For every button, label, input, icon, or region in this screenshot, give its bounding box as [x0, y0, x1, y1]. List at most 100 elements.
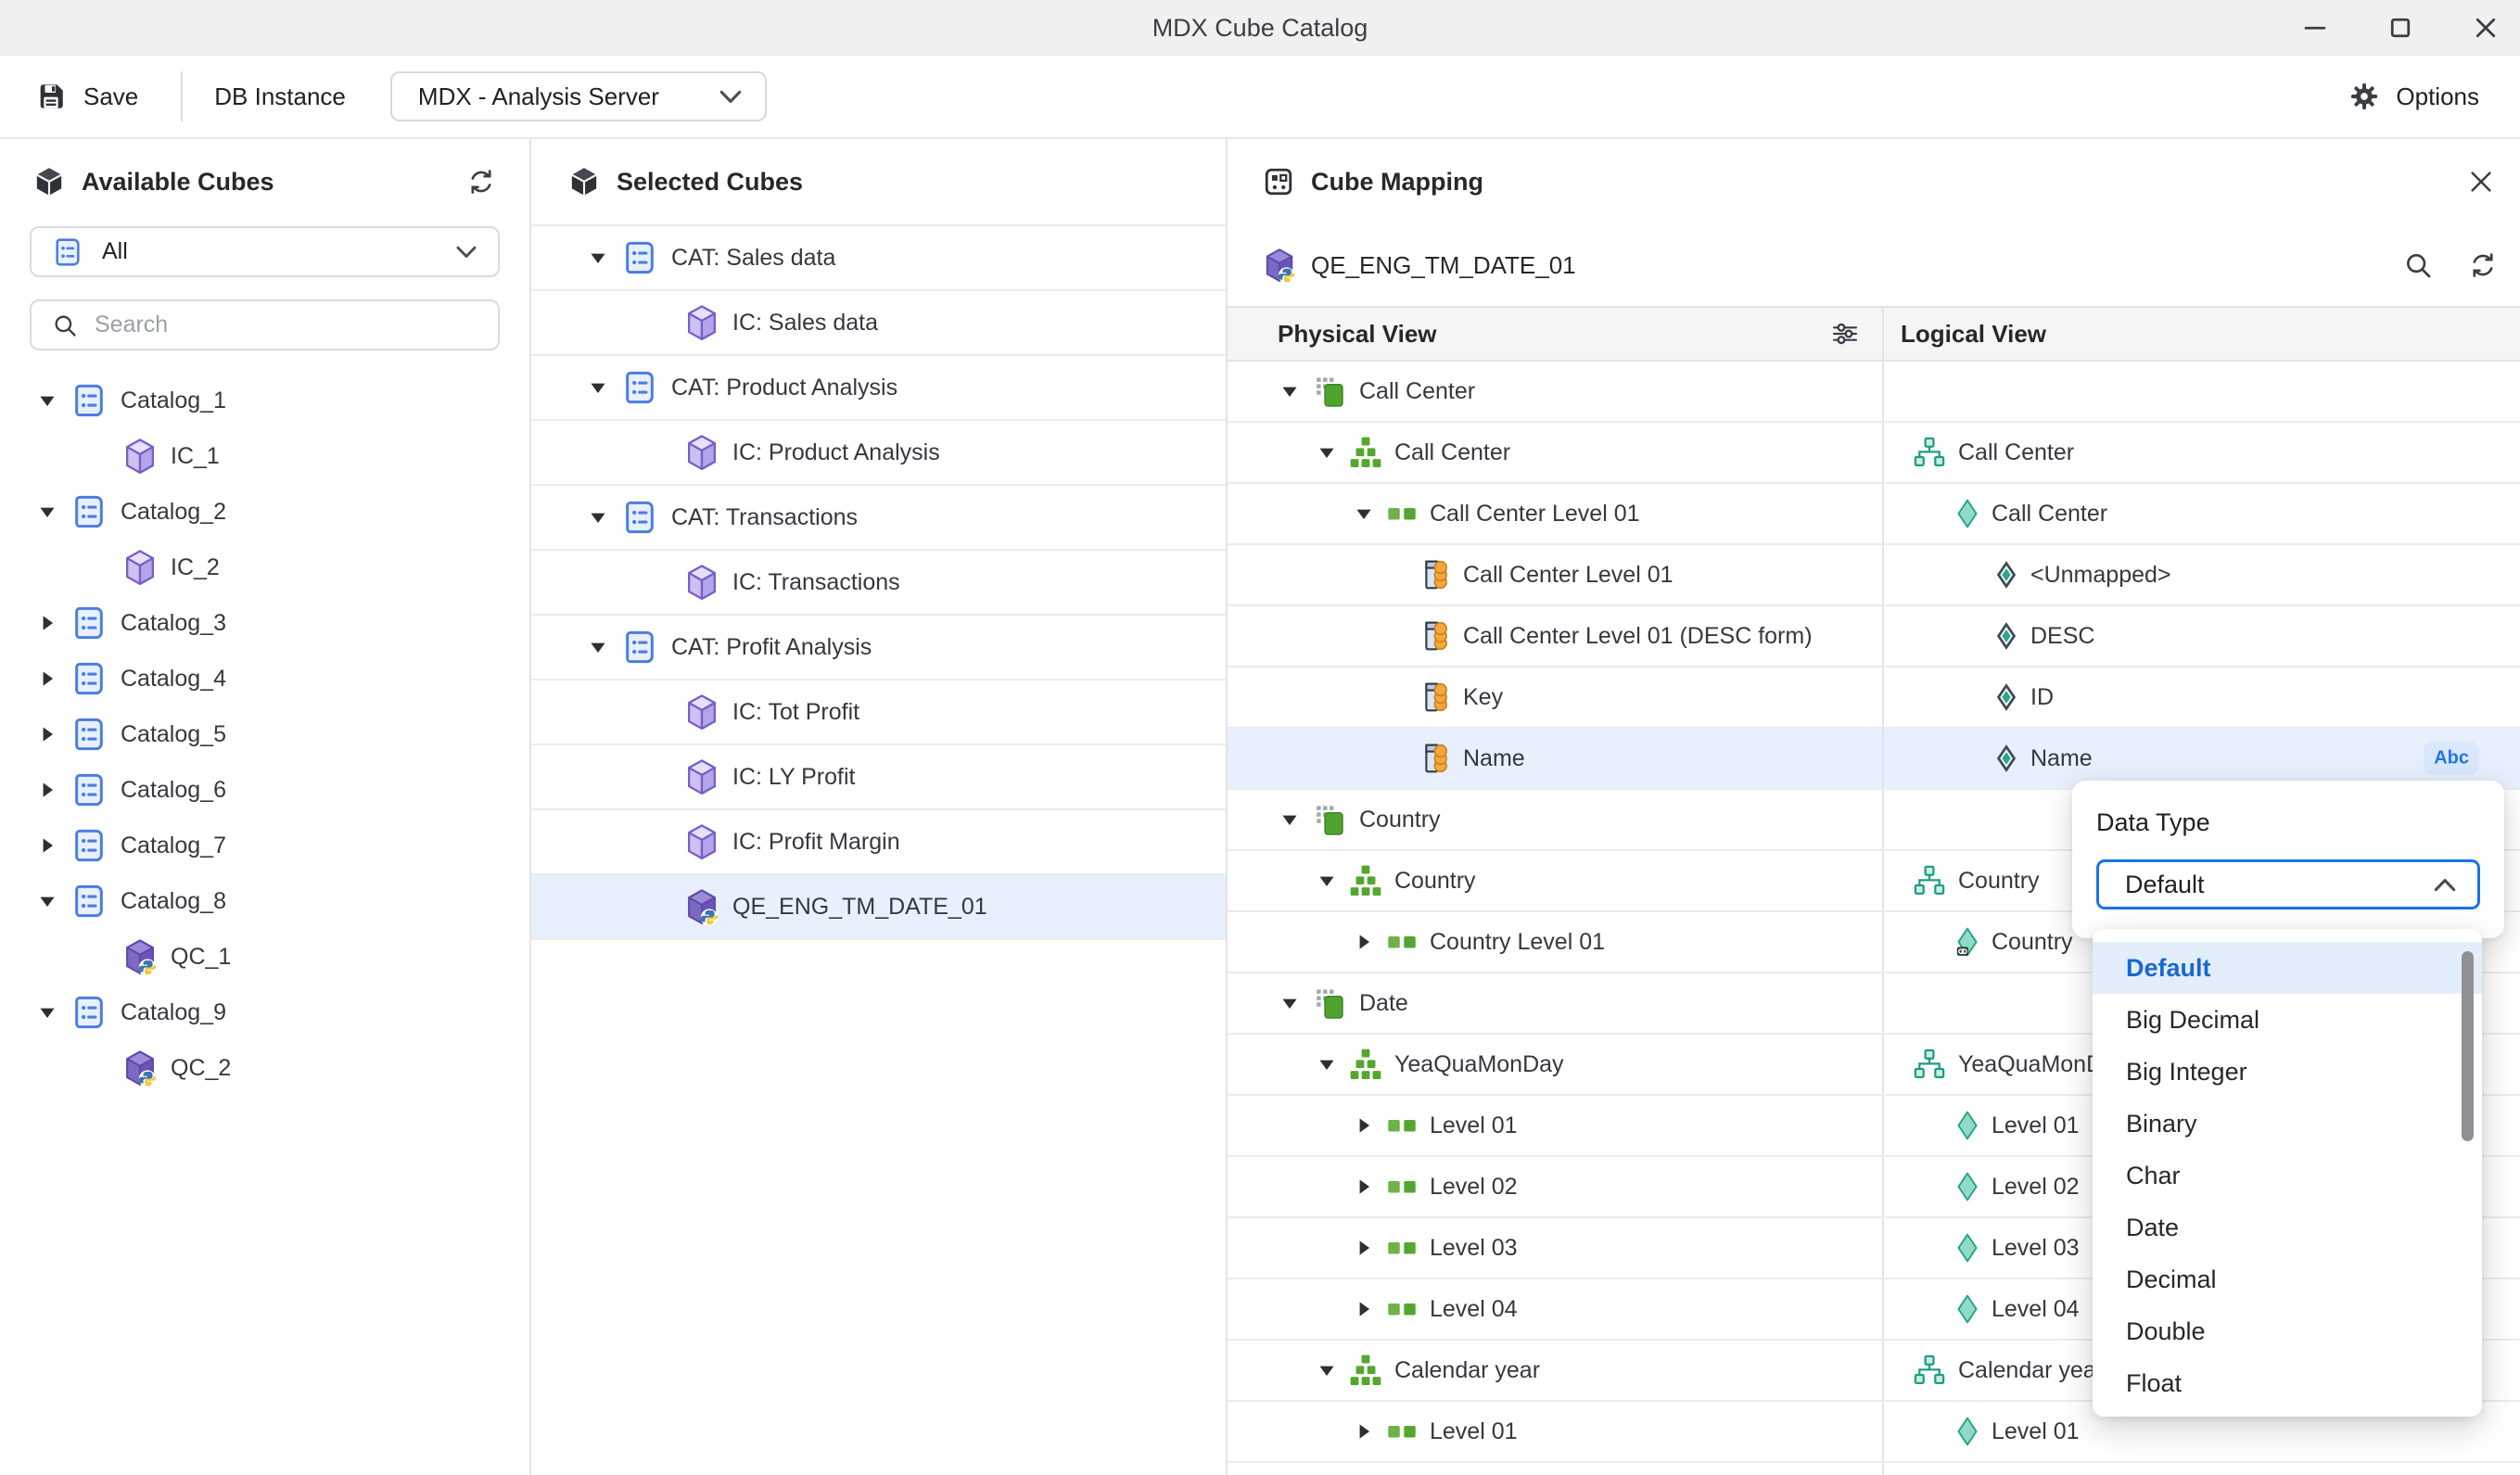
logical-level-icon — [1956, 1233, 1979, 1263]
selected-cube-row[interactable]: IC: LY Profit — [531, 745, 1226, 810]
catalog-tree-item[interactable]: Catalog_7 — [0, 818, 529, 873]
physical-cell: Level 01 — [1228, 1096, 1884, 1155]
search-mapping-button[interactable] — [2403, 250, 2433, 280]
mapping-row[interactable]: Call Center Level 01 <Unmapped> — [1228, 545, 2520, 606]
minimize-icon — [2301, 14, 2329, 42]
close-window-button[interactable] — [2466, 8, 2505, 47]
filter-icon[interactable] — [1830, 319, 1860, 349]
caret-down-icon[interactable] — [1317, 1360, 1337, 1380]
caret-down-icon[interactable] — [1354, 503, 1374, 524]
refresh-mapping-button[interactable] — [2468, 250, 2498, 280]
data-type-option[interactable]: Binary — [2093, 1098, 2482, 1150]
caret-down-icon[interactable] — [588, 377, 608, 398]
save-button[interactable]: Save — [35, 81, 138, 112]
mapping-row[interactable]: Call Center Level 01 Call Center — [1228, 484, 2520, 545]
caret-down-icon[interactable] — [1279, 381, 1300, 401]
catalog-filter-select[interactable]: All — [30, 226, 500, 277]
catalog-tree-item[interactable]: Catalog_2 — [0, 484, 529, 540]
caret-down-icon[interactable] — [37, 390, 57, 411]
caret-down-icon[interactable] — [37, 1002, 57, 1023]
cube-tree-item[interactable]: IC_1 — [0, 428, 529, 484]
catalog-icon — [70, 382, 108, 419]
data-type-option[interactable]: Big Decimal — [2093, 994, 2482, 1046]
cube-tree-item[interactable]: QC_2 — [0, 1040, 529, 1096]
caret-down-icon[interactable] — [1279, 993, 1300, 1013]
physical-cell: Calendar year — [1228, 1341, 1884, 1400]
caret-down-icon[interactable] — [1317, 1054, 1337, 1074]
query-cube-icon — [684, 888, 719, 925]
data-type-option[interactable]: Char — [2093, 1150, 2482, 1202]
caret-right-icon[interactable] — [1354, 1115, 1374, 1136]
data-type-options-list: DefaultBig DecimalBig IntegerBinaryCharD… — [2093, 929, 2482, 1417]
selected-cube-row[interactable]: IC: Profit Margin — [531, 810, 1226, 875]
caret-down-icon[interactable] — [1317, 871, 1337, 891]
caret-right-icon[interactable] — [37, 724, 57, 744]
close-mapping-button[interactable] — [2466, 167, 2496, 197]
caret-down-icon[interactable] — [588, 507, 608, 528]
catalog-tree-item[interactable]: Catalog_4 — [0, 651, 529, 706]
caret-right-icon[interactable] — [37, 835, 57, 856]
physical-cell: Country — [1228, 790, 1884, 849]
db-instance-select[interactable]: MDX - Analysis Server — [390, 71, 767, 121]
data-type-option[interactable]: Decimal — [2093, 1253, 2482, 1305]
selected-cube-row[interactable]: IC: Product Analysis — [531, 421, 1226, 486]
caret-right-icon[interactable] — [1354, 1176, 1374, 1197]
available-cubes-panel: Available Cubes All Catalog_1IC_1Catalog… — [0, 139, 531, 1475]
data-type-option[interactable]: Double — [2093, 1305, 2482, 1357]
mapping-row[interactable]: Call Center — [1228, 362, 2520, 423]
selected-cube-row[interactable]: IC: Tot Profit — [531, 680, 1226, 745]
catalog-tree-item[interactable]: Catalog_9 — [0, 985, 529, 1040]
catalog-tree-item[interactable]: Catalog_1 — [0, 373, 529, 428]
mapping-row[interactable]: Key ID — [1228, 668, 2520, 729]
level-icon — [1387, 1240, 1417, 1256]
caret-right-icon[interactable] — [37, 613, 57, 633]
data-type-option[interactable]: Date — [2093, 1202, 2482, 1253]
maximize-button[interactable] — [2381, 8, 2420, 47]
selected-cube-row[interactable]: IC: Transactions — [531, 551, 1226, 616]
data-type-option[interactable]: Float — [2093, 1357, 2482, 1409]
caret-right-icon[interactable] — [37, 780, 57, 800]
caret-right-icon[interactable] — [1354, 1299, 1374, 1319]
selected-cube-row[interactable]: CAT: Product Analysis — [531, 356, 1226, 421]
selected-cube-row[interactable]: IC: Sales data — [531, 291, 1226, 356]
data-type-option[interactable]: Default — [2093, 942, 2482, 994]
scrollbar-thumb[interactable] — [2462, 951, 2474, 1141]
caret-right-icon[interactable] — [1354, 1421, 1374, 1442]
caret-right-icon[interactable] — [37, 668, 57, 689]
data-type-option[interactable]: Big Integer — [2093, 1046, 2482, 1098]
logical-cell: NameAbc — [1884, 729, 2520, 788]
caret-down-icon[interactable] — [1317, 442, 1337, 463]
catalog-tree-item[interactable]: Catalog_3 — [0, 595, 529, 651]
mapping-row[interactable]: Call Center Call Center — [1228, 423, 2520, 484]
cube-tree-item[interactable]: IC_2 — [0, 540, 529, 595]
search-input[interactable] — [95, 312, 477, 338]
options-button[interactable]: Options — [2348, 81, 2479, 112]
logical-cell: Call Center — [1884, 423, 2520, 482]
catalog-tree-item[interactable]: Catalog_5 — [0, 706, 529, 762]
selected-cube-row[interactable]: QE_ENG_TM_DATE_01 — [531, 875, 1226, 940]
mapping-row[interactable]: Call Center Level 01 (DESC form) DESC — [1228, 606, 2520, 668]
cube-tree-item[interactable]: QC_1 — [0, 929, 529, 985]
caret-down-icon[interactable] — [37, 502, 57, 522]
hierarchy-icon — [1350, 1049, 1381, 1080]
catalog-icon — [70, 493, 108, 530]
caret-down-icon[interactable] — [37, 891, 57, 911]
caret-down-icon[interactable] — [588, 248, 608, 268]
refresh-available-button[interactable] — [466, 167, 496, 197]
data-type-badge[interactable]: Abc — [2424, 743, 2479, 775]
caret-down-icon[interactable] — [1279, 809, 1300, 830]
data-type-select[interactable]: Default — [2096, 859, 2480, 909]
physical-cell: YeaQuaMonDay — [1228, 1035, 1884, 1094]
caret-down-icon[interactable] — [588, 637, 608, 657]
catalog-tree-item[interactable]: Catalog_8 — [0, 873, 529, 929]
query-cube-icon — [122, 938, 158, 975]
caret-right-icon[interactable] — [1354, 932, 1374, 952]
physical-view-header: Physical View — [1278, 320, 1437, 349]
selected-cube-row[interactable]: CAT: Transactions — [531, 486, 1226, 551]
minimize-button[interactable] — [2296, 8, 2335, 47]
selected-cube-row[interactable]: CAT: Sales data — [531, 226, 1226, 291]
catalog-tree-item[interactable]: Catalog_6 — [0, 762, 529, 818]
caret-right-icon[interactable] — [1354, 1238, 1374, 1258]
selected-cubes-panel: Selected Cubes CAT: Sales dataIC: Sales … — [531, 139, 1228, 1475]
selected-cube-row[interactable]: CAT: Profit Analysis — [531, 616, 1226, 680]
